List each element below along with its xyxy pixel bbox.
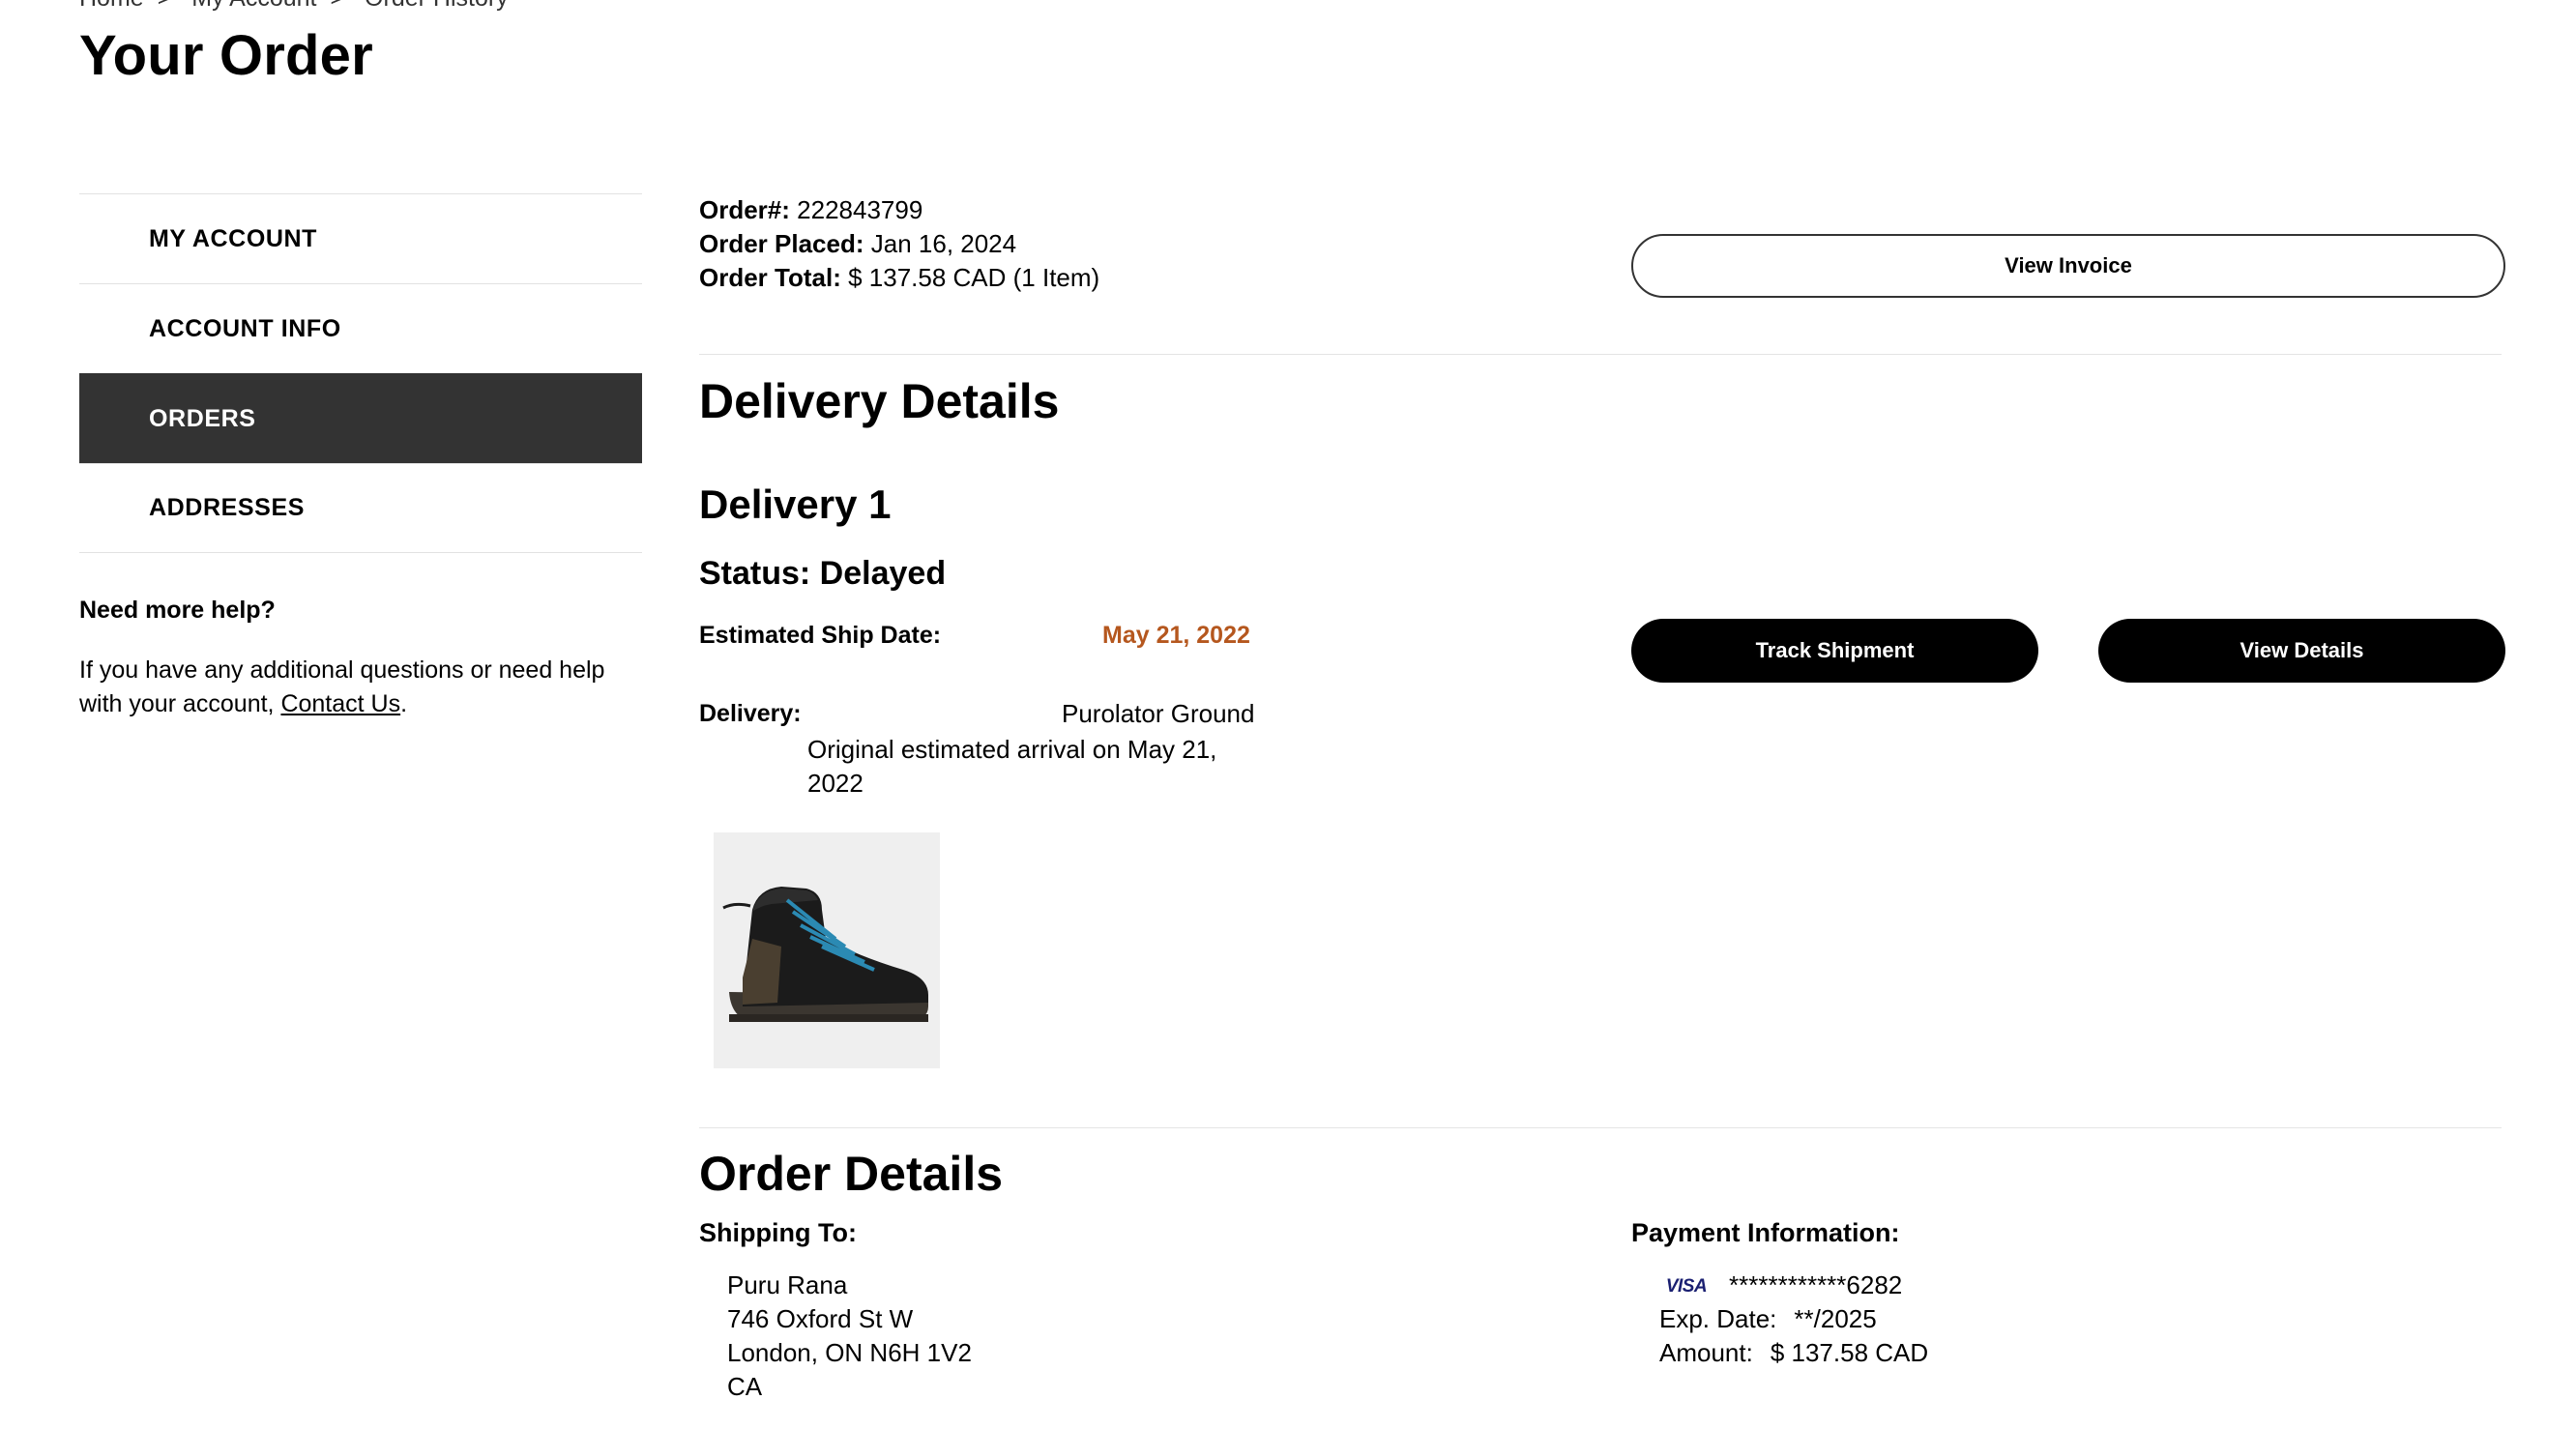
shipping-street: 746 Oxford St W [727,1304,914,1333]
view-invoice-button[interactable]: View Invoice [1631,234,2505,298]
sidebar-item-label: ACCOUNT INFO [149,314,341,342]
payment-info: VISA ************6282 Exp. Date: **/2025 … [1659,1269,1928,1370]
delivery-method: Purolator Ground [1062,699,1255,728]
delivery-title: Delivery 1 [699,481,892,527]
order-main: Order#: 222843799 Order Placed: Jan 16, … [699,193,2505,1401]
divider [699,1127,2502,1128]
shipping-country: CA [727,1372,763,1401]
breadcrumb-order-history[interactable]: Order History [365,0,509,12]
order-number: Order#: 222843799 [699,195,923,224]
amount-value: $ 137.58 CAD [1770,1338,1929,1367]
sidebar-item-label: ORDERS [149,404,256,432]
shipping-address: Puru Rana 746 Oxford St W London, ON N6H… [727,1269,972,1404]
breadcrumb-my-account[interactable]: My Account [191,0,316,12]
card-number: ************6282 [1729,1270,1903,1299]
account-sidebar: MY ACCOUNT ACCOUNT INFO ORDERS ADDRESSES… [79,193,642,721]
delivery-details-title: Delivery Details [699,374,1060,428]
delivery-note: Original estimated arrival on May 21, 20… [807,735,1217,798]
amount-row: Amount: $ 137.58 CAD [1659,1338,1929,1367]
delivery-label: Delivery: [699,700,802,727]
sidebar-item-label: ADDRESSES [149,494,305,521]
help-text: If you have any additional questions or … [79,656,605,717]
shipping-name: Puru Rana [727,1270,848,1299]
breadcrumb-home[interactable]: Home [79,0,144,12]
sidebar-item-my-account[interactable]: MY ACCOUNT [79,193,642,283]
sidebar-item-addresses[interactable]: ADDRESSES [79,463,642,553]
view-details-button[interactable]: View Details [2098,619,2505,683]
visa-card-icon: VISA [1659,1269,1713,1303]
sidebar-item-label: MY ACCOUNT [149,224,318,252]
delivery-status: Status: Delayed [699,555,947,592]
breadcrumb: Home> My Account> Order History [79,0,522,13]
track-shipment-button[interactable]: Track Shipment [1631,619,2038,683]
shipping-city: London, ON N6H 1V2 [727,1338,972,1367]
shipping-to-label: Shipping To: [699,1218,857,1247]
boot-icon [714,832,940,1068]
help-title: Need more help? [79,597,276,624]
card-row: VISA ************6282 [1659,1269,1928,1303]
sidebar-item-orders[interactable]: ORDERS [79,373,642,463]
ship-date-label: Estimated Ship Date: [699,622,942,649]
ship-date-value: May 21, 2022 [1102,622,1250,649]
exp-date-row: Exp. Date: **/2025 [1659,1304,1877,1333]
contact-us-link[interactable]: Contact Us [280,690,400,717]
payment-info-label: Payment Information: [1631,1218,1900,1247]
exp-date-value: **/2025 [1794,1304,1877,1333]
order-details-title: Order Details [699,1147,1004,1201]
divider [699,354,2502,355]
product-image[interactable] [714,832,940,1068]
page-title: Your Order [79,24,373,87]
sidebar-item-account-info[interactable]: ACCOUNT INFO [79,283,642,373]
